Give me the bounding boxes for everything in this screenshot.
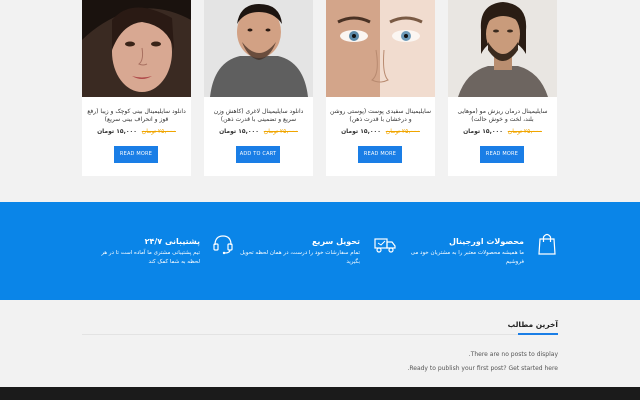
feature-fast-delivery: تحویل سریع تمام سفارشات خود را درست، در … [240,202,398,300]
read-more-button[interactable]: READ MORE [480,146,524,163]
product-old-price: ۲۵,۰۰۰ تومان [507,128,542,135]
section-underline [518,333,558,335]
product-new-price: ۱۵,۰۰۰ تومان [341,128,381,135]
product-image-skin[interactable] [326,0,435,97]
product-price: ۲۵,۰۰۰ تومان ۱۵,۰۰۰ تومان [448,128,557,135]
product-price: ۲۵,۰۰۰ تومان ۱۵,۰۰۰ تومان [326,128,435,135]
read-more-button[interactable]: READ MORE [114,146,158,163]
section-divider [82,334,558,335]
no-posts-message: There are no posts to display. [468,351,558,358]
product-old-price: ۲۵,۰۰۰ تومان [385,128,420,135]
product-new-price: ۱۵,۰۰۰ تومان [219,128,259,135]
product-price: ۲۵,۰۰۰ تومان ۱۵,۰۰۰ تومان [204,128,313,135]
feature-desc: تمام سفارشات خود را درست، در همان لحظه ت… [240,250,360,265]
product-title[interactable]: سایلیمینال درمان ریزش مو (موهایی بلند، ل… [452,108,553,124]
product-title[interactable]: سایلیمینال سفیدی پوست (پوستی روشن و درخش… [330,108,431,124]
add-to-cart-button[interactable]: ADD TO CART [236,146,280,163]
product-image-hair[interactable] [448,0,557,97]
product-image-nose[interactable] [82,0,191,97]
product-new-price: ۱۵,۰۰۰ تومان [463,128,503,135]
feature-title: محصولات اورجینال [449,237,524,246]
delivery-truck-icon [374,238,396,253]
product-new-price: ۱۵,۰۰۰ تومان [97,128,137,135]
features-band: محصولات اورجینال ما همیشه محصولات معتبر … [0,202,640,300]
section-title: آخرین مطالب [507,320,558,329]
product-card: دانلود سایلیمینال لاغری (کاهش وزن سریع و… [204,0,313,176]
shopping-bag-icon [538,233,556,255]
footer [0,387,640,400]
product-card: سایلیمینال درمان ریزش مو (موهایی بلند، ل… [448,0,557,176]
feature-support: پشتیبانی ۲۴/۷ تیم پشتیبانی مشتری ما آماد… [82,202,238,300]
product-title[interactable]: دانلود سایلیمینال لاغری (کاهش وزن سریع و… [208,108,309,124]
product-old-price: ۲۵,۰۰۰ تومان [263,128,298,135]
read-more-button[interactable]: READ MORE [358,146,402,163]
product-price: ۲۵,۰۰۰ تومان ۱۵,۰۰۰ تومان [82,128,191,135]
product-card: سایلیمینال سفیدی پوست (پوستی روشن و درخش… [326,0,435,176]
feature-desc: تیم پشتیبانی مشتری ما آماده است تا در هر… [101,250,200,265]
feature-original-products: محصولات اورجینال ما همیشه محصولات معتبر … [400,202,560,300]
feature-title: پشتیبانی ۲۴/۷ [144,237,200,246]
product-grid: سایلیمینال درمان ریزش مو (موهایی بلند، ل… [0,0,640,202]
headset-icon [213,235,233,255]
feature-desc: ما همیشه محصولات معتبر را به مشتریان خود… [410,250,524,265]
feature-title: تحویل سریع [311,237,360,246]
get-started-link[interactable]: Ready to publish your first post? Get st… [407,365,558,372]
product-title[interactable]: دانلود سایلیمینال بینی کوچک و زیبا (رفع … [86,108,187,124]
product-old-price: ۲۵,۰۰۰ تومان [141,128,176,135]
latest-posts-section: آخرین مطالب There are no posts to displa… [0,300,640,387]
product-image-weight[interactable] [204,0,313,97]
product-card: دانلود سایلیمینال بینی کوچک و زیبا (رفع … [82,0,191,176]
